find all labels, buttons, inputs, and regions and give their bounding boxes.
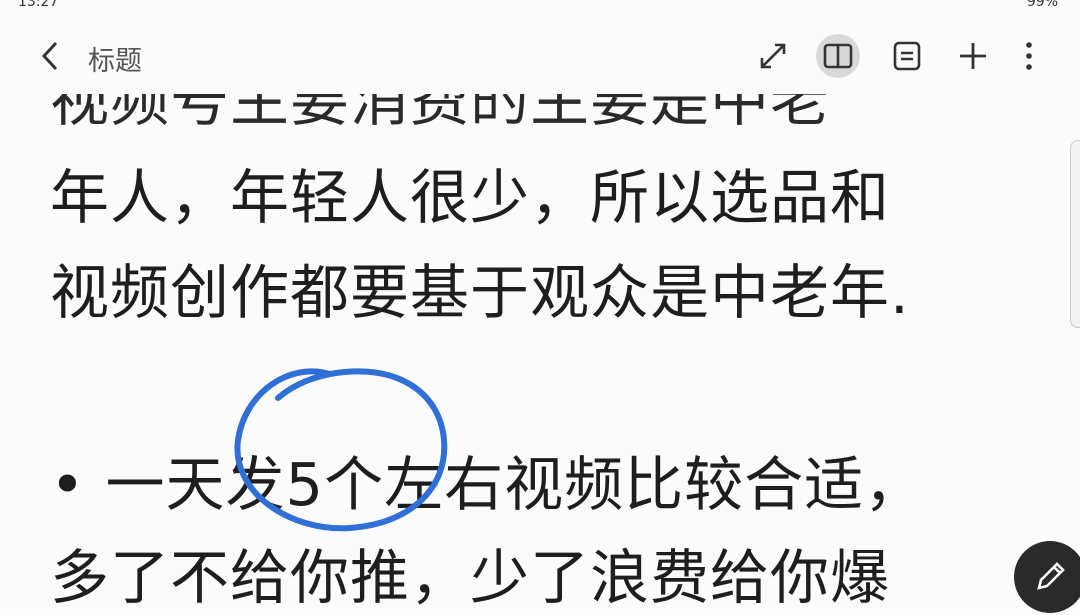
note-title[interactable]: 标题 [88,39,142,78]
more-options-button[interactable] [1007,34,1051,78]
toolbar: 标题 [0,20,1080,94]
back-icon [41,41,58,71]
back-button[interactable] [30,36,70,76]
status-battery: 99% [1026,0,1058,10]
more-icon [1026,42,1032,70]
expand-button[interactable] [751,34,795,78]
pen-mode-button[interactable] [1014,541,1080,613]
note-line: 视频创作都要基于观众是中老年. [50,258,910,327]
note-line: 多了不给你推，少了浪费给你爆 [50,543,891,612]
note-line: 年人，年轻人很少，所以选品和 [50,163,891,232]
status-bar: 13:27 99% [0,0,1080,14]
expand-icon [760,43,786,69]
pen-icon [1037,562,1065,590]
status-time: 13:27 [18,0,59,10]
text-format-icon [893,41,921,71]
note-line: • 一天发5个左右视频比较合适， [50,450,925,519]
add-button[interactable] [951,34,995,78]
scrollbar-thumb[interactable] [1070,140,1080,328]
book-view-icon [823,43,853,69]
text-format-button[interactable] [885,34,929,78]
book-view-button[interactable] [816,34,860,78]
add-icon [960,43,986,69]
